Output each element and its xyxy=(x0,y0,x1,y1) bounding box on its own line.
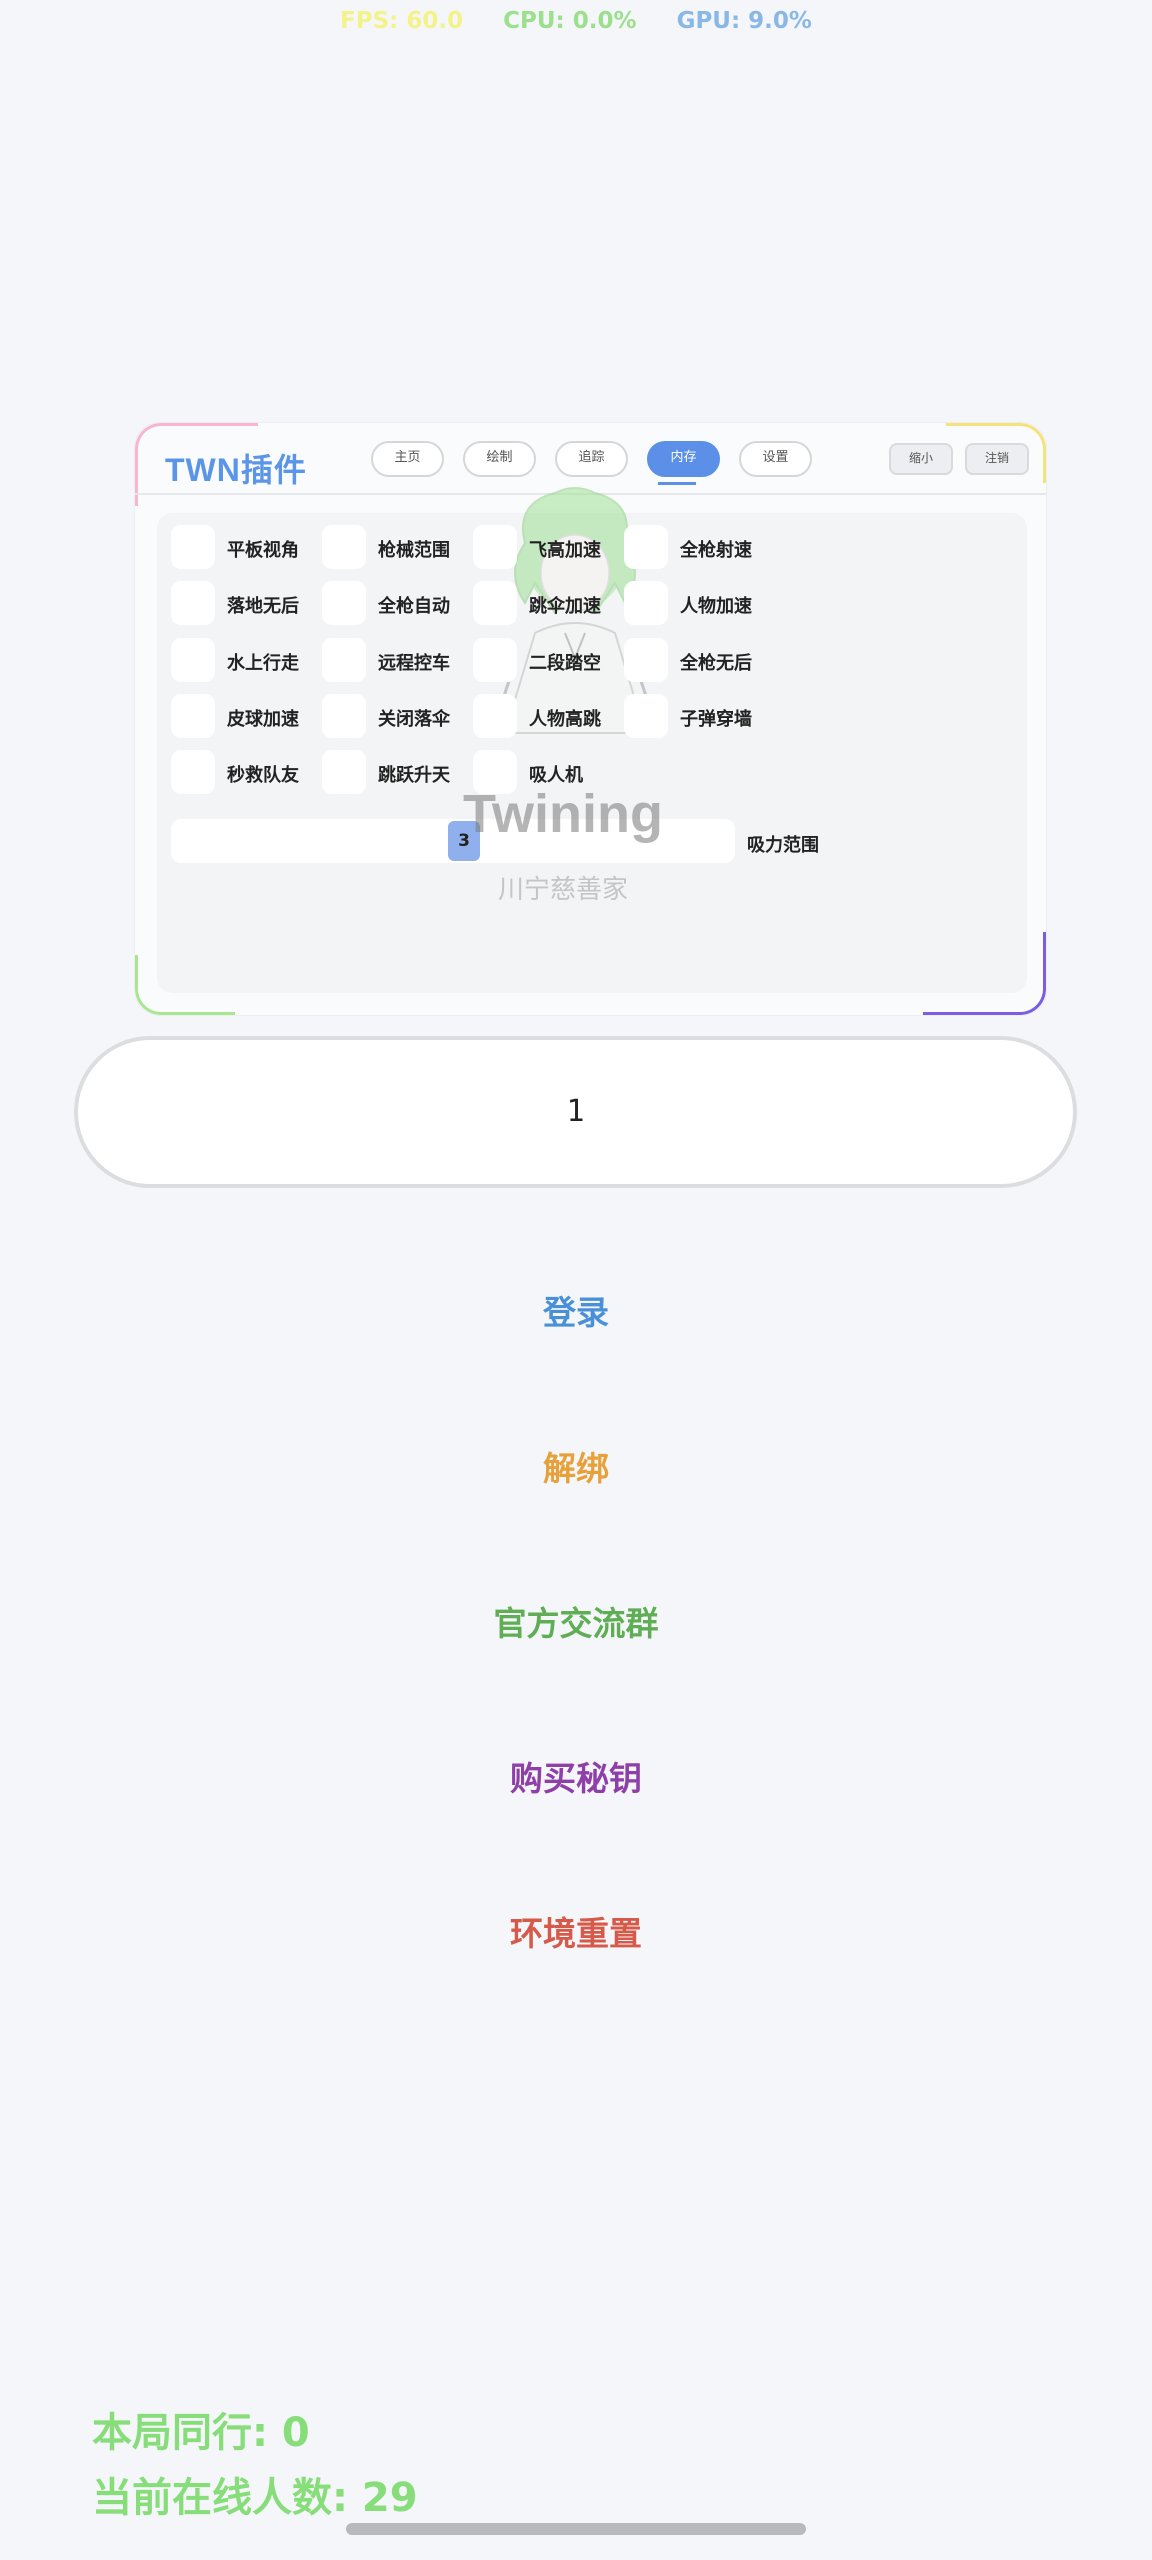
toggle-label: 飞高加速 xyxy=(529,540,601,561)
checkbox[interactable] xyxy=(473,525,517,569)
checkbox[interactable] xyxy=(322,638,366,682)
toggle-label: 子弹穿墙 xyxy=(680,709,752,730)
toggle-label: 落地无后 xyxy=(227,596,299,617)
toggle-label: 二段踏空 xyxy=(529,653,601,674)
toggle-tablet-view[interactable]: 平板视角 xyxy=(171,523,321,571)
checkbox[interactable] xyxy=(473,694,517,738)
plugin-logo: TWN插件 xyxy=(165,452,307,488)
toggle-label: 皮球加速 xyxy=(227,709,299,730)
toggle-full-auto[interactable]: 全枪自动 xyxy=(322,579,472,627)
fps-readout: FPS: 60.0 xyxy=(340,8,464,34)
toggle-label: 人物高跳 xyxy=(529,709,601,730)
toggle-label: 全枪自动 xyxy=(378,596,450,617)
toggle-bullet-penetration[interactable]: 子弹穿墙 xyxy=(624,692,774,740)
performance-stats: FPS: 60.0 CPU: 0.0% GPU: 9.0% xyxy=(0,8,1152,34)
checkbox[interactable] xyxy=(171,581,215,625)
reset-environment-button[interactable]: 环境重置 xyxy=(0,1907,1152,1955)
checkbox[interactable] xyxy=(171,694,215,738)
toggle-player-speed[interactable]: 人物加速 xyxy=(624,579,774,627)
checkbox[interactable] xyxy=(171,638,215,682)
watermark-title: Twining xyxy=(463,784,663,844)
gpu-readout: GPU: 9.0% xyxy=(676,8,812,34)
toggle-label: 人物加速 xyxy=(680,596,752,617)
toggle-double-jump[interactable]: 二段踏空 xyxy=(473,636,623,684)
logout-button[interactable]: 注销 xyxy=(965,443,1029,475)
checkbox[interactable] xyxy=(624,581,668,625)
toggle-label: 远程控车 xyxy=(378,653,450,674)
toggle-label: 水上行走 xyxy=(227,653,299,674)
checkbox[interactable] xyxy=(322,525,366,569)
official-group-button[interactable]: 官方交流群 xyxy=(0,1597,1152,1645)
checkbox[interactable] xyxy=(322,694,366,738)
toggle-instant-revive[interactable]: 秒救队友 xyxy=(171,748,321,796)
toggle-high-jump[interactable]: 人物高跳 xyxy=(473,692,623,740)
checkbox[interactable] xyxy=(473,581,517,625)
toggle-landing-no-recoil[interactable]: 落地无后 xyxy=(171,579,321,627)
plugin-panel: TWN插件 主页 绘制 追踪 内存 设置 缩小 注销 平板视角 枪械范围 飞高加… xyxy=(134,422,1047,1016)
toggle-close-parachute[interactable]: 关闭落伞 xyxy=(322,692,472,740)
toggle-fly-speed[interactable]: 飞高加速 xyxy=(473,523,623,571)
checkbox[interactable] xyxy=(624,694,668,738)
tab-track[interactable]: 追踪 xyxy=(555,441,628,477)
tab-settings[interactable]: 设置 xyxy=(739,441,812,477)
key-input-field[interactable]: 1 xyxy=(74,1036,1077,1188)
minimize-button[interactable]: 缩小 xyxy=(889,443,953,475)
checkbox[interactable] xyxy=(322,581,366,625)
tab-memory[interactable]: 内存 xyxy=(647,441,720,477)
toggle-label: 秒救队友 xyxy=(227,765,299,786)
checkbox[interactable] xyxy=(322,750,366,794)
toggle-label: 全枪无后 xyxy=(680,653,752,674)
toggle-gun-range[interactable]: 枪械范围 xyxy=(322,523,472,571)
checkbox[interactable] xyxy=(171,750,215,794)
toggle-fire-rate[interactable]: 全枪射速 xyxy=(624,523,774,571)
same-game-count: 本局同行: 0 xyxy=(92,2410,310,2456)
login-button[interactable]: 登录 xyxy=(0,1286,1152,1334)
toggle-label: 跳伞加速 xyxy=(529,596,601,617)
watermark-subtitle: 川宁慈善家 xyxy=(497,875,628,905)
checkbox[interactable] xyxy=(171,525,215,569)
toggle-label: 全枪射速 xyxy=(680,540,752,561)
buy-key-button[interactable]: 购买秘钥 xyxy=(0,1752,1152,1800)
toggle-label: 跳跃升天 xyxy=(378,765,450,786)
checkbox[interactable] xyxy=(473,638,517,682)
toggle-jump-sky[interactable]: 跳跃升天 xyxy=(322,748,472,796)
toggle-no-recoil[interactable]: 全枪无后 xyxy=(624,636,774,684)
toggle-label: 平板视角 xyxy=(227,540,299,561)
toggle-water-walk[interactable]: 水上行走 xyxy=(171,636,321,684)
slider-label: 吸力范围 xyxy=(747,835,819,856)
checkbox[interactable] xyxy=(624,525,668,569)
toggle-label: 枪械范围 xyxy=(378,540,450,561)
toggle-parachute-speed[interactable]: 跳伞加速 xyxy=(473,579,623,627)
tab-home[interactable]: 主页 xyxy=(371,441,444,477)
home-indicator-bar[interactable] xyxy=(346,2523,806,2535)
toggle-ball-speed[interactable]: 皮球加速 xyxy=(171,692,321,740)
tab-draw[interactable]: 绘制 xyxy=(463,441,536,477)
toggle-remote-car[interactable]: 远程控车 xyxy=(322,636,472,684)
cpu-readout: CPU: 0.0% xyxy=(503,8,637,34)
checkbox[interactable] xyxy=(624,638,668,682)
online-user-count: 当前在线人数: 29 xyxy=(92,2475,418,2521)
toggle-label: 关闭落伞 xyxy=(378,709,450,730)
unbind-button[interactable]: 解绑 xyxy=(0,1442,1152,1490)
